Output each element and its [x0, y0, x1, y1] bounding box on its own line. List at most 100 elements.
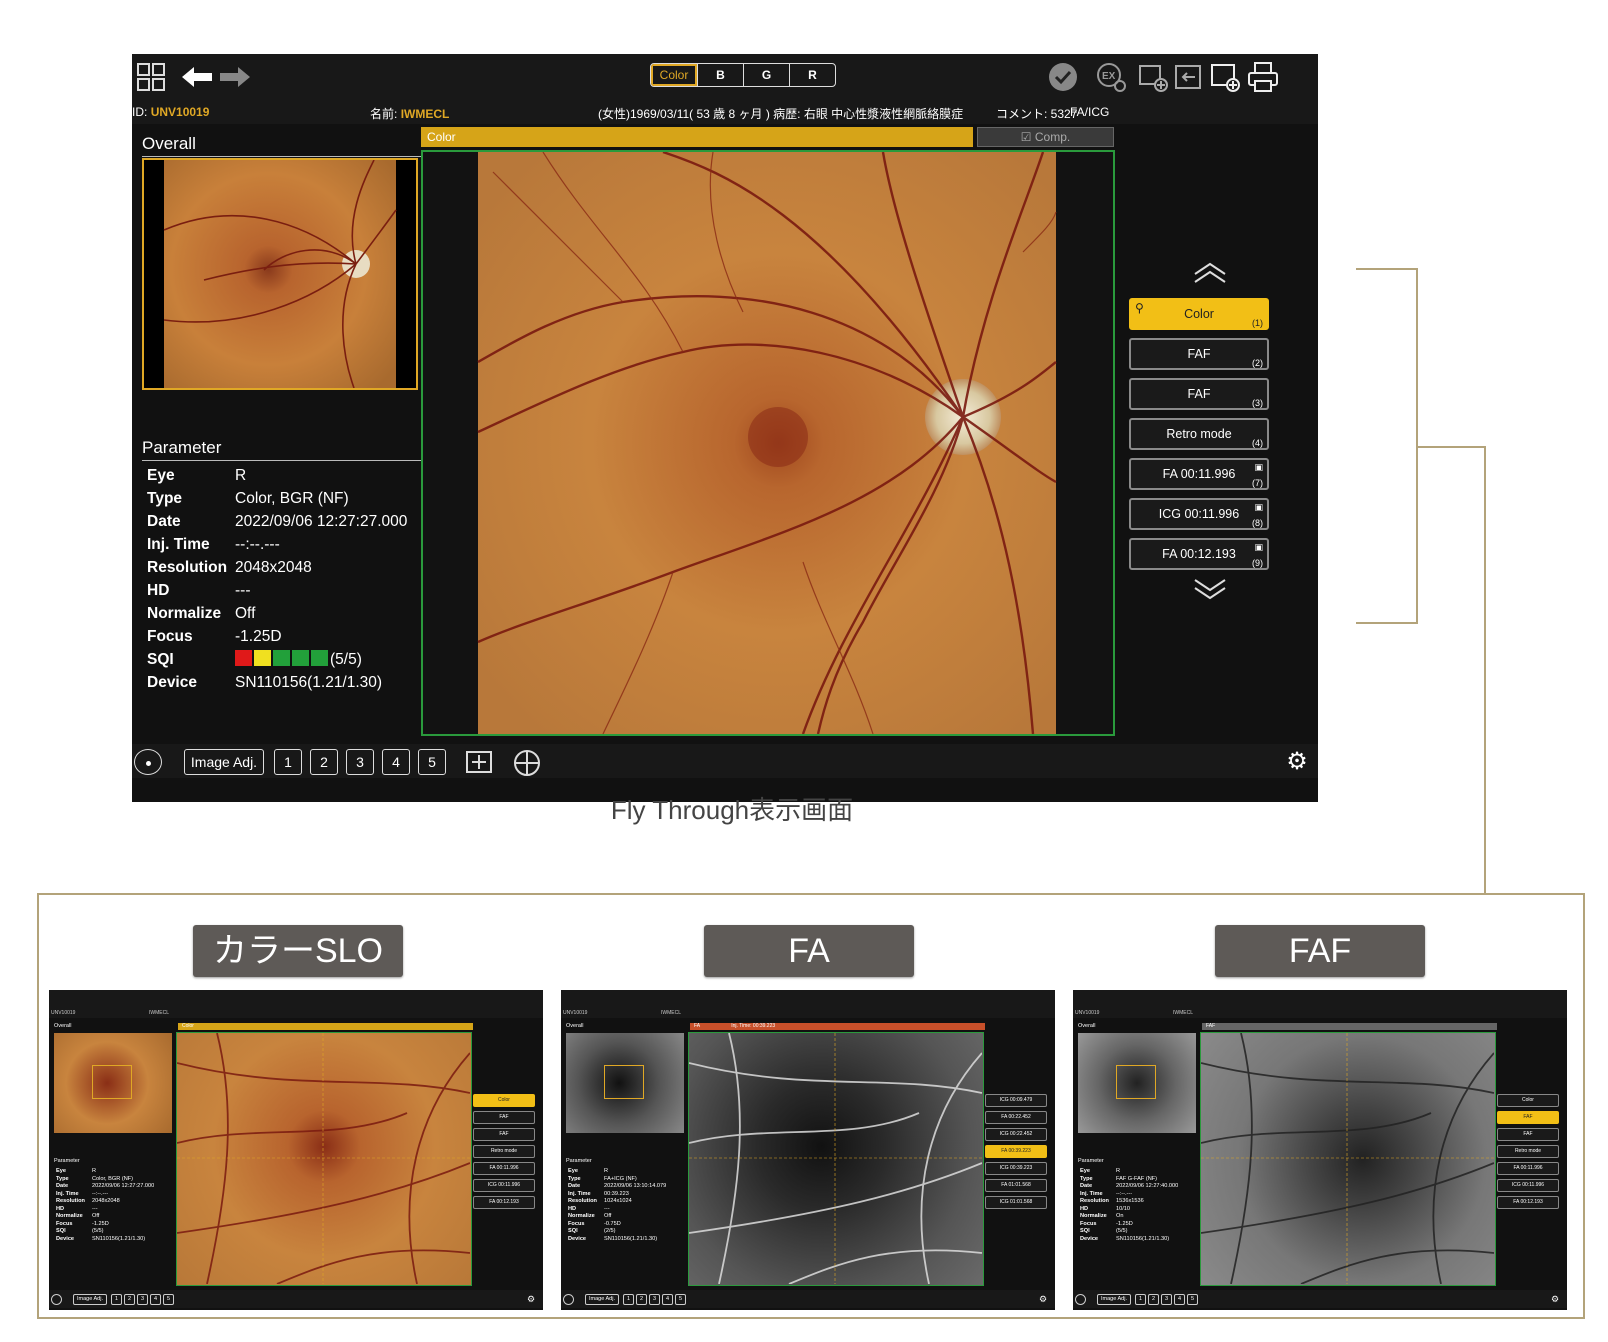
- mini-image-list-item[interactable]: ICG 00:22.452: [985, 1128, 1047, 1141]
- image-list-item-label: FA 00:11.996: [1162, 467, 1236, 481]
- fundus-image-viewer[interactable]: [421, 150, 1115, 736]
- patient-details: (女性)1969/03/11( 53 歳 8 ヶ月 ) 病歴: 右眼 中心性漿液…: [598, 107, 964, 121]
- image-adj-button[interactable]: Image Adj.: [184, 749, 264, 775]
- mini-image-list-item[interactable]: ICG 00:39.223: [985, 1162, 1047, 1175]
- mini-layout-button[interactable]: 5: [1187, 1294, 1198, 1305]
- settings-gear-icon[interactable]: ⚙: [1280, 749, 1314, 775]
- mini-image-list-item[interactable]: FAF: [473, 1128, 535, 1141]
- image-list-item[interactable]: Color (1) ⚲: [1129, 298, 1269, 330]
- mini-settings-gear-icon[interactable]: ⚙: [525, 1294, 537, 1305]
- compare-toggle[interactable]: ☑ Comp.: [977, 127, 1114, 147]
- layout-2-button[interactable]: 2: [310, 749, 338, 775]
- print-icon[interactable]: [1246, 60, 1280, 94]
- record-icon[interactable]: [134, 749, 162, 775]
- mini-layout-button[interactable]: 3: [1161, 1294, 1172, 1305]
- crosshair-icon[interactable]: [512, 749, 542, 776]
- mini-settings-gear-icon[interactable]: ⚙: [1549, 1294, 1561, 1305]
- new-exam-icon[interactable]: [1208, 60, 1242, 94]
- layout-4-button[interactable]: 4: [382, 749, 410, 775]
- mini-image-list-item[interactable]: FA 00:39.223: [985, 1145, 1047, 1158]
- mini-settings-gear-icon[interactable]: ⚙: [1037, 1294, 1049, 1305]
- mini-layout-button[interactable]: 3: [649, 1294, 660, 1305]
- mini-layout-button[interactable]: 2: [1148, 1294, 1159, 1305]
- mini-image-adj-button[interactable]: Image Adj.: [585, 1294, 619, 1305]
- mini-image-list-item[interactable]: FA 00:11.996: [1497, 1162, 1559, 1175]
- mini-overall-thumbnail[interactable]: [566, 1033, 684, 1133]
- mini-layout-button[interactable]: 4: [662, 1294, 673, 1305]
- image-list-item[interactable]: FA 00:11.996 (7) ▣: [1129, 458, 1269, 490]
- layout-5-button[interactable]: 5: [418, 749, 446, 775]
- mini-image-list-item[interactable]: FA 00:12.193: [1497, 1196, 1559, 1209]
- mini-image-tab[interactable]: FAF: [1202, 1023, 1497, 1030]
- mini-image-viewer[interactable]: [1200, 1032, 1496, 1286]
- mini-image-list-item[interactable]: Retro mode: [473, 1145, 535, 1158]
- mini-image-list-item[interactable]: FAF: [473, 1111, 535, 1124]
- mini-image-list-item[interactable]: ICG 01:01.568: [985, 1196, 1047, 1209]
- mini-image-list-item[interactable]: Retro mode: [1497, 1145, 1559, 1158]
- image-list-item[interactable]: Retro mode (4): [1129, 418, 1269, 450]
- mini-record-icon[interactable]: [563, 1294, 574, 1305]
- mini-image-list-item[interactable]: FA 00:22.452: [985, 1111, 1047, 1124]
- mini-layout-button[interactable]: 5: [675, 1294, 686, 1305]
- mini-layout-button[interactable]: 2: [124, 1294, 135, 1305]
- mini-layout-button[interactable]: 1: [623, 1294, 634, 1305]
- mini-image-list-item[interactable]: ICG 00:11.996: [473, 1179, 535, 1192]
- import-image-icon[interactable]: [1172, 60, 1206, 94]
- mini-image-viewer[interactable]: [176, 1032, 472, 1286]
- mini-image-list-item[interactable]: Color: [473, 1094, 535, 1107]
- param-row-sqi: SQI (5/5): [147, 650, 362, 668]
- mini-record-icon[interactable]: [51, 1294, 62, 1305]
- channel-b-button[interactable]: B: [697, 64, 743, 86]
- bookmark-icon[interactable]: ▣: [1254, 542, 1263, 552]
- mini-layout-button[interactable]: 3: [137, 1294, 148, 1305]
- channel-g-button[interactable]: G: [743, 64, 789, 86]
- mini-image-adj-button[interactable]: Image Adj.: [1097, 1294, 1131, 1305]
- mini-overall-thumbnail[interactable]: [54, 1033, 172, 1133]
- layout-1-button[interactable]: 1: [274, 749, 302, 775]
- mini-layout-button[interactable]: 1: [111, 1294, 122, 1305]
- mini-image-list-item[interactable]: Color: [1497, 1094, 1559, 1107]
- pin-icon[interactable]: ⚲: [1135, 302, 1144, 314]
- mini-image-list-item[interactable]: ICG 00:11.996: [1497, 1179, 1559, 1192]
- scroll-up-chevron-icon[interactable]: [1140, 262, 1280, 291]
- back-arrow-icon[interactable]: [180, 60, 214, 94]
- mini-image-viewer[interactable]: [688, 1032, 984, 1286]
- image-list-item[interactable]: FA 00:12.193 (9) ▣: [1129, 538, 1269, 570]
- mini-layout-button[interactable]: 5: [163, 1294, 174, 1305]
- image-list-item[interactable]: ICG 00:11.996 (8) ▣: [1129, 498, 1269, 530]
- mini-overall-thumbnail[interactable]: [1078, 1033, 1196, 1133]
- image-list-item[interactable]: FAF (3): [1129, 378, 1269, 410]
- mini-layout-button[interactable]: 4: [150, 1294, 161, 1305]
- bookmark-icon[interactable]: ▣: [1254, 462, 1263, 472]
- mini-image-tab[interactable]: Color: [178, 1023, 473, 1030]
- parameter-title: Parameter: [142, 438, 427, 461]
- channel-r-button[interactable]: R: [789, 64, 835, 86]
- forward-arrow-icon[interactable]: [218, 60, 252, 94]
- mini-image-list-item[interactable]: FA 01:01.568: [985, 1179, 1047, 1192]
- channel-color-button[interactable]: Color: [651, 64, 697, 86]
- mini-image-list-item[interactable]: FA 00:12.193: [473, 1196, 535, 1209]
- image-tab-color[interactable]: Color: [421, 127, 973, 147]
- image-list-item-number: (9): [1252, 558, 1263, 568]
- scroll-down-chevron-icon[interactable]: [1140, 578, 1280, 607]
- mini-layout-button[interactable]: 2: [636, 1294, 647, 1305]
- fit-screen-icon[interactable]: [464, 749, 494, 775]
- mini-layout-button[interactable]: 4: [1174, 1294, 1185, 1305]
- mini-image-list-item[interactable]: ICG 00:09.479: [985, 1094, 1047, 1107]
- mini-record-icon[interactable]: [1075, 1294, 1086, 1305]
- example-label-fa: FA: [704, 925, 914, 977]
- mini-image-list-item[interactable]: FAF: [1497, 1128, 1559, 1141]
- bookmark-icon[interactable]: ▣: [1254, 502, 1263, 512]
- export-icon[interactable]: EX: [1094, 60, 1128, 94]
- check-icon[interactable]: [1046, 60, 1080, 94]
- mini-image-list-item[interactable]: FA 00:11.996: [473, 1162, 535, 1175]
- mini-image-adj-button[interactable]: Image Adj.: [73, 1294, 107, 1305]
- layout-3-button[interactable]: 3: [346, 749, 374, 775]
- mini-layout-button[interactable]: 1: [1135, 1294, 1146, 1305]
- overall-thumbnail[interactable]: [142, 158, 418, 390]
- mini-image-tab[interactable]: FA Inj. Time: 00:39.223: [690, 1023, 985, 1030]
- patient-list-icon[interactable]: [134, 60, 168, 94]
- mini-image-list-item[interactable]: FAF: [1497, 1111, 1559, 1124]
- image-list-item[interactable]: FAF (2): [1129, 338, 1269, 370]
- add-image-icon[interactable]: [1136, 60, 1170, 94]
